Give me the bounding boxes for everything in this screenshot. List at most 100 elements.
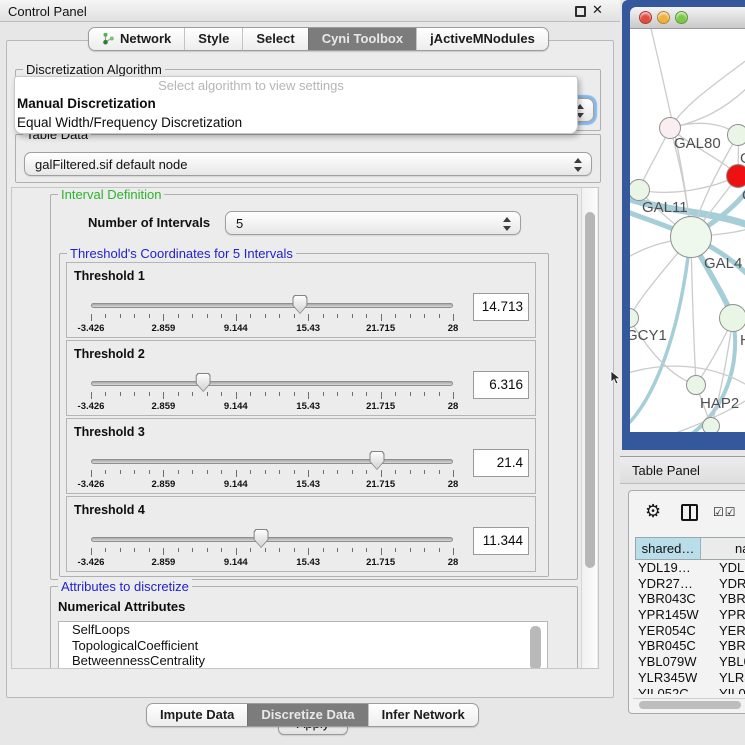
network-node[interactable] (702, 417, 720, 432)
gear-icon[interactable]: ⚙ (645, 501, 661, 522)
network-node[interactable] (719, 304, 745, 332)
tick-label: 28 (448, 479, 459, 490)
screen: Control Panel ✕ Network Style SelectCyni T… (0, 0, 745, 745)
tick-label: 21.715 (366, 557, 395, 568)
slider-track[interactable] (91, 459, 453, 464)
slider-thumb[interactable] (254, 529, 269, 548)
table-row[interactable]: YBR045CYBR0 (635, 638, 745, 654)
tab-infer-network[interactable]: Infer Network (368, 704, 478, 726)
tab-jactivemnodules[interactable]: jActiveMNodules (416, 28, 548, 50)
tick-label: 15.43 (296, 401, 320, 412)
threshold-slider[interactable]: -3.4262.8599.14415.4321.71528 (91, 301, 453, 335)
table-row[interactable]: YBR043CYBR0 (635, 591, 745, 607)
table-hscrollbar-thumb[interactable] (639, 701, 741, 709)
attribute-item[interactable]: SelfLoops (59, 622, 547, 638)
network-node[interactable] (727, 124, 745, 146)
close-icon[interactable]: ✕ (592, 2, 603, 18)
network-node[interactable] (726, 164, 745, 188)
threshold-label: Threshold 4 (74, 503, 145, 517)
column-header-name[interactable]: na (701, 538, 745, 559)
tick-label: 21.715 (366, 323, 395, 334)
tab-label: Style (198, 31, 229, 46)
number-of-intervals-combobox[interactable]: 5 (225, 211, 521, 235)
network-canvas[interactable]: GAL80GACGAL11GAL4GCY1HHAP2 (630, 29, 745, 432)
tick-label: 15.43 (296, 323, 320, 334)
attributes-scrollbar[interactable] (530, 626, 541, 669)
attribute-item[interactable]: BetweennessCentrality (59, 653, 547, 669)
tick-label: 2.859 (152, 557, 176, 568)
table-data-combobox[interactable]: galFiltered.sif default node (24, 152, 592, 176)
table-row[interactable]: YER054CYER0 (635, 623, 745, 639)
bottom-tab-bar: Impute Data Discretize DataInfer Network (146, 703, 479, 727)
zoom-window-icon[interactable] (675, 11, 688, 24)
column-layout-icon[interactable] (681, 504, 698, 521)
tab-impute-data[interactable]: Impute Data (147, 704, 247, 726)
table-cell: YLR3 (700, 670, 745, 686)
table-cell: YLR345W (635, 670, 700, 686)
table-hscrollbar[interactable] (633, 698, 745, 709)
network-icon (102, 32, 115, 45)
minimize-window-icon[interactable] (657, 11, 670, 24)
attribute-item[interactable]: TopologicalCoefficient (59, 638, 547, 654)
panel-title: Control Panel (8, 4, 87, 19)
tab-cyni-toolbox[interactable]: Cyni Toolbox (308, 28, 416, 50)
tick-label: 15.43 (296, 479, 320, 490)
network-node[interactable] (670, 216, 712, 258)
network-view-window[interactable]: GAL80GACGAL11GAL4GCY1HHAP2 (622, 0, 745, 450)
table-row[interactable]: YLR345WYLR3 (635, 670, 745, 686)
tick-label: 2.859 (152, 401, 176, 412)
tick-label: -3.426 (78, 479, 105, 490)
slider-thumb[interactable] (196, 373, 211, 392)
table-data-selected: galFiltered.sif default node (35, 157, 187, 172)
threshold-label: Threshold 3 (74, 425, 145, 439)
close-window-icon[interactable] (639, 11, 652, 24)
threshold-slider[interactable]: -3.4262.8599.14415.4321.71528 (91, 379, 453, 413)
threshold-slider[interactable]: -3.4262.8599.14415.4321.71528 (91, 535, 453, 569)
tab-label: Impute Data (160, 707, 234, 722)
settings-scrollbar-thumb[interactable] (585, 212, 595, 568)
table-row[interactable]: YPR145WYPR1 (635, 607, 745, 623)
network-node[interactable] (686, 375, 706, 395)
slider-tick-labels: -3.4262.8599.14415.4321.71528 (91, 323, 453, 334)
settings-scrollbar[interactable] (581, 188, 597, 668)
checkbox-columns-icon[interactable]: ☑☑ (713, 505, 737, 519)
table-cell: YDR27… (635, 576, 700, 592)
numerical-attributes-list[interactable]: SelfLoopsTopologicalCoefficientBetweenne… (58, 621, 548, 669)
tab-select[interactable]: Select (242, 28, 307, 50)
slider-ticks (91, 314, 453, 322)
table-header-row: shared… na (635, 537, 745, 560)
tab-style[interactable]: Style (184, 28, 242, 50)
slider-thumb[interactable] (292, 295, 307, 314)
column-header-shared-name[interactable]: shared… (636, 538, 701, 559)
slider-tick-labels: -3.4262.8599.14415.4321.71528 (91, 401, 453, 412)
mouse-cursor (610, 370, 622, 386)
threshold-slider[interactable]: -3.4262.8599.14415.4321.71528 (91, 457, 453, 491)
table-cell: YBL079W (635, 654, 700, 670)
tick-label: 9.144 (224, 557, 248, 568)
slider-thumb[interactable] (369, 451, 384, 470)
slider-ticks (91, 548, 453, 556)
dropdown-option-equal-width[interactable]: Equal Width/Frequency Discretization (15, 113, 577, 132)
table-row[interactable]: YDR27…YDR2 (635, 576, 745, 592)
slider-track[interactable] (91, 381, 453, 386)
slider-track[interactable] (91, 303, 453, 308)
table-row[interactable]: YDL19…YDL1 (635, 560, 745, 576)
table-row[interactable]: YBL079WYBL0 (635, 654, 745, 670)
table-cell: YPR1 (700, 607, 745, 623)
tab-network[interactable]: Network (89, 28, 184, 50)
dropdown-option-manual-discretization[interactable]: Manual Discretization (15, 94, 577, 113)
table-row[interactable]: YIL052CYIL0 (635, 686, 745, 695)
threshold-value-field[interactable]: 21.4 (473, 449, 529, 477)
threshold-value-field[interactable]: 11.344 (473, 527, 529, 555)
float-window-icon[interactable] (575, 6, 586, 17)
slider-tick-labels: -3.4262.8599.14415.4321.71528 (91, 479, 453, 490)
thresholds-group: Threshold's Coordinates for 5 Intervals … (59, 253, 549, 577)
slider-track[interactable] (91, 537, 453, 542)
tick-label: 28 (448, 401, 459, 412)
threshold-value-field[interactable]: 6.316 (473, 371, 529, 399)
threshold-value-field[interactable]: 14.713 (473, 293, 529, 321)
tab-discretize-data[interactable]: Discretize Data (247, 704, 367, 726)
threshold-panel: Threshold 1 -3.4262.8599.14415.4321.7152… (66, 262, 536, 338)
table-cell: YDL19… (635, 560, 700, 576)
threshold-label: Threshold 2 (74, 347, 145, 361)
